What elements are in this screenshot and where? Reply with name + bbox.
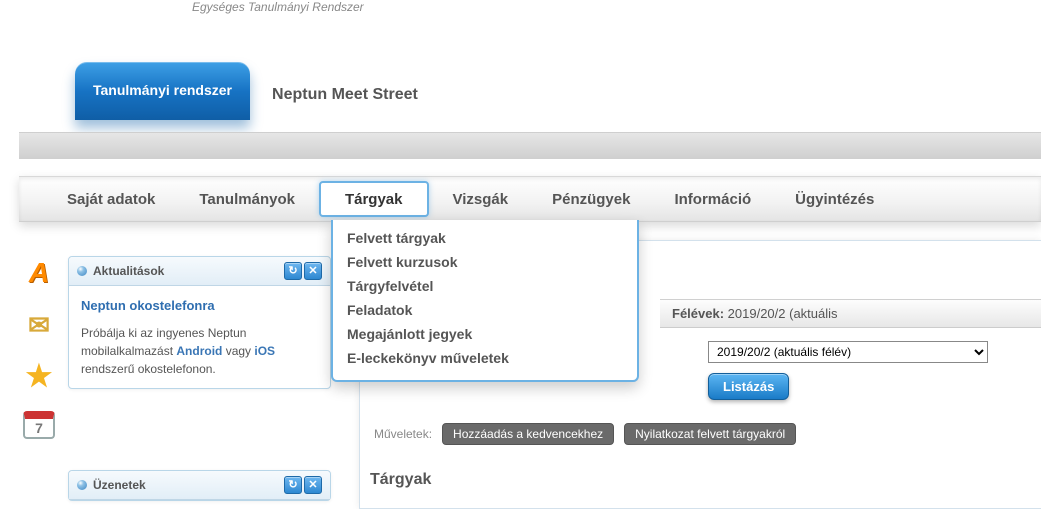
widget-messages-header: Üzenetek ↻ ✕ <box>69 471 330 500</box>
section-title: Tárgyak <box>370 471 431 489</box>
system-tabs: Tanulmányi rendszer Neptun Meet Street <box>75 62 440 128</box>
semesters-label: Félévek: <box>672 306 724 321</box>
bullet-icon <box>77 266 87 276</box>
tab-meet-street[interactable]: Neptun Meet Street <box>250 62 440 128</box>
menu-informacio[interactable]: Információ <box>652 177 773 221</box>
semesters-bar: Félévek: 2019/20/2 (aktuális <box>660 299 1041 328</box>
widget-news-title: Aktualitások <box>93 264 164 278</box>
close-icon[interactable]: ✕ <box>304 476 322 494</box>
decor-band <box>19 132 1041 160</box>
widget-messages: Üzenetek ↻ ✕ <box>68 470 331 501</box>
widget-messages-title: Üzenetek <box>93 478 146 492</box>
calendar-icon[interactable]: 7 <box>23 411 55 439</box>
dd-feladatok[interactable]: Feladatok <box>333 298 637 322</box>
widget-news-body: Neptun okostelefonra Próbálja ki az ingy… <box>69 286 330 388</box>
dd-felvett-kurzusok[interactable]: Felvett kurzusok <box>333 250 637 274</box>
letter-a-icon[interactable]: A <box>21 255 57 291</box>
widget-news-header: Aktualitások ↻ ✕ <box>69 257 330 286</box>
widget-news: Aktualitások ↻ ✕ Neptun okostelefonra Pr… <box>68 256 331 389</box>
menu-penzugyek[interactable]: Pénzügyek <box>530 177 652 221</box>
star-icon[interactable]: ★ <box>21 359 57 395</box>
close-icon[interactable]: ✕ <box>304 262 322 280</box>
menu-targyak[interactable]: Tárgyak <box>319 181 429 217</box>
operations-row: Műveletek: Hozzáadás a kedvencekhez Nyil… <box>364 417 1041 451</box>
link-android[interactable]: Android <box>176 344 222 358</box>
news-text-mid: vagy <box>222 344 254 358</box>
menu-sajat-adatok[interactable]: Saját adatok <box>45 177 177 221</box>
dd-targyfelvetel[interactable]: Tárgyfelvétel <box>333 274 637 298</box>
menu-ugyintezes[interactable]: Ügyintézés <box>773 177 896 221</box>
bullet-icon <box>77 480 87 490</box>
declaration-button[interactable]: Nyilatkozat felvett tárgyakról <box>624 423 796 445</box>
dd-felvett-targyak[interactable]: Felvett tárgyak <box>333 226 637 250</box>
list-button[interactable]: Listázás <box>708 373 789 400</box>
side-icon-column: A ✉ ★ 7 <box>19 255 61 455</box>
logo-subtitle: Egységes Tanulmányi Rendszer <box>192 0 364 14</box>
semester-select[interactable]: 2019/20/2 (aktuális félév) <box>708 341 988 363</box>
refresh-icon[interactable]: ↻ <box>284 476 302 494</box>
link-ios[interactable]: iOS <box>254 344 275 358</box>
menu-vizsgak[interactable]: Vizsgák <box>431 177 531 221</box>
menu-targyak-dropdown: Felvett tárgyak Felvett kurzusok Tárgyfe… <box>331 220 639 382</box>
semesters-value: 2019/20/2 (aktuális <box>728 306 838 321</box>
tab-study-system[interactable]: Tanulmányi rendszer <box>75 62 250 120</box>
refresh-icon[interactable]: ↻ <box>284 262 302 280</box>
news-text-2: rendszerű okostelefonon. <box>81 362 216 376</box>
dd-e-leckekonyv[interactable]: E-leckekönyv műveletek <box>333 346 637 370</box>
dd-megajanlott-jegyek[interactable]: Megajánlott jegyek <box>333 322 637 346</box>
menu-tanulmanyok[interactable]: Tanulmányok <box>177 177 317 221</box>
filters-box: 2019/20/2 (aktuális félév) Listázás <box>660 331 1041 414</box>
envelope-icon[interactable]: ✉ <box>21 307 57 343</box>
main-menu: Saját adatok Tanulmányok Tárgyak Vizsgák… <box>19 176 1041 222</box>
add-to-favorites-button[interactable]: Hozzáadás a kedvencekhez <box>442 423 614 445</box>
operations-label: Műveletek: <box>374 427 432 441</box>
news-headline[interactable]: Neptun okostelefonra <box>81 296 318 316</box>
